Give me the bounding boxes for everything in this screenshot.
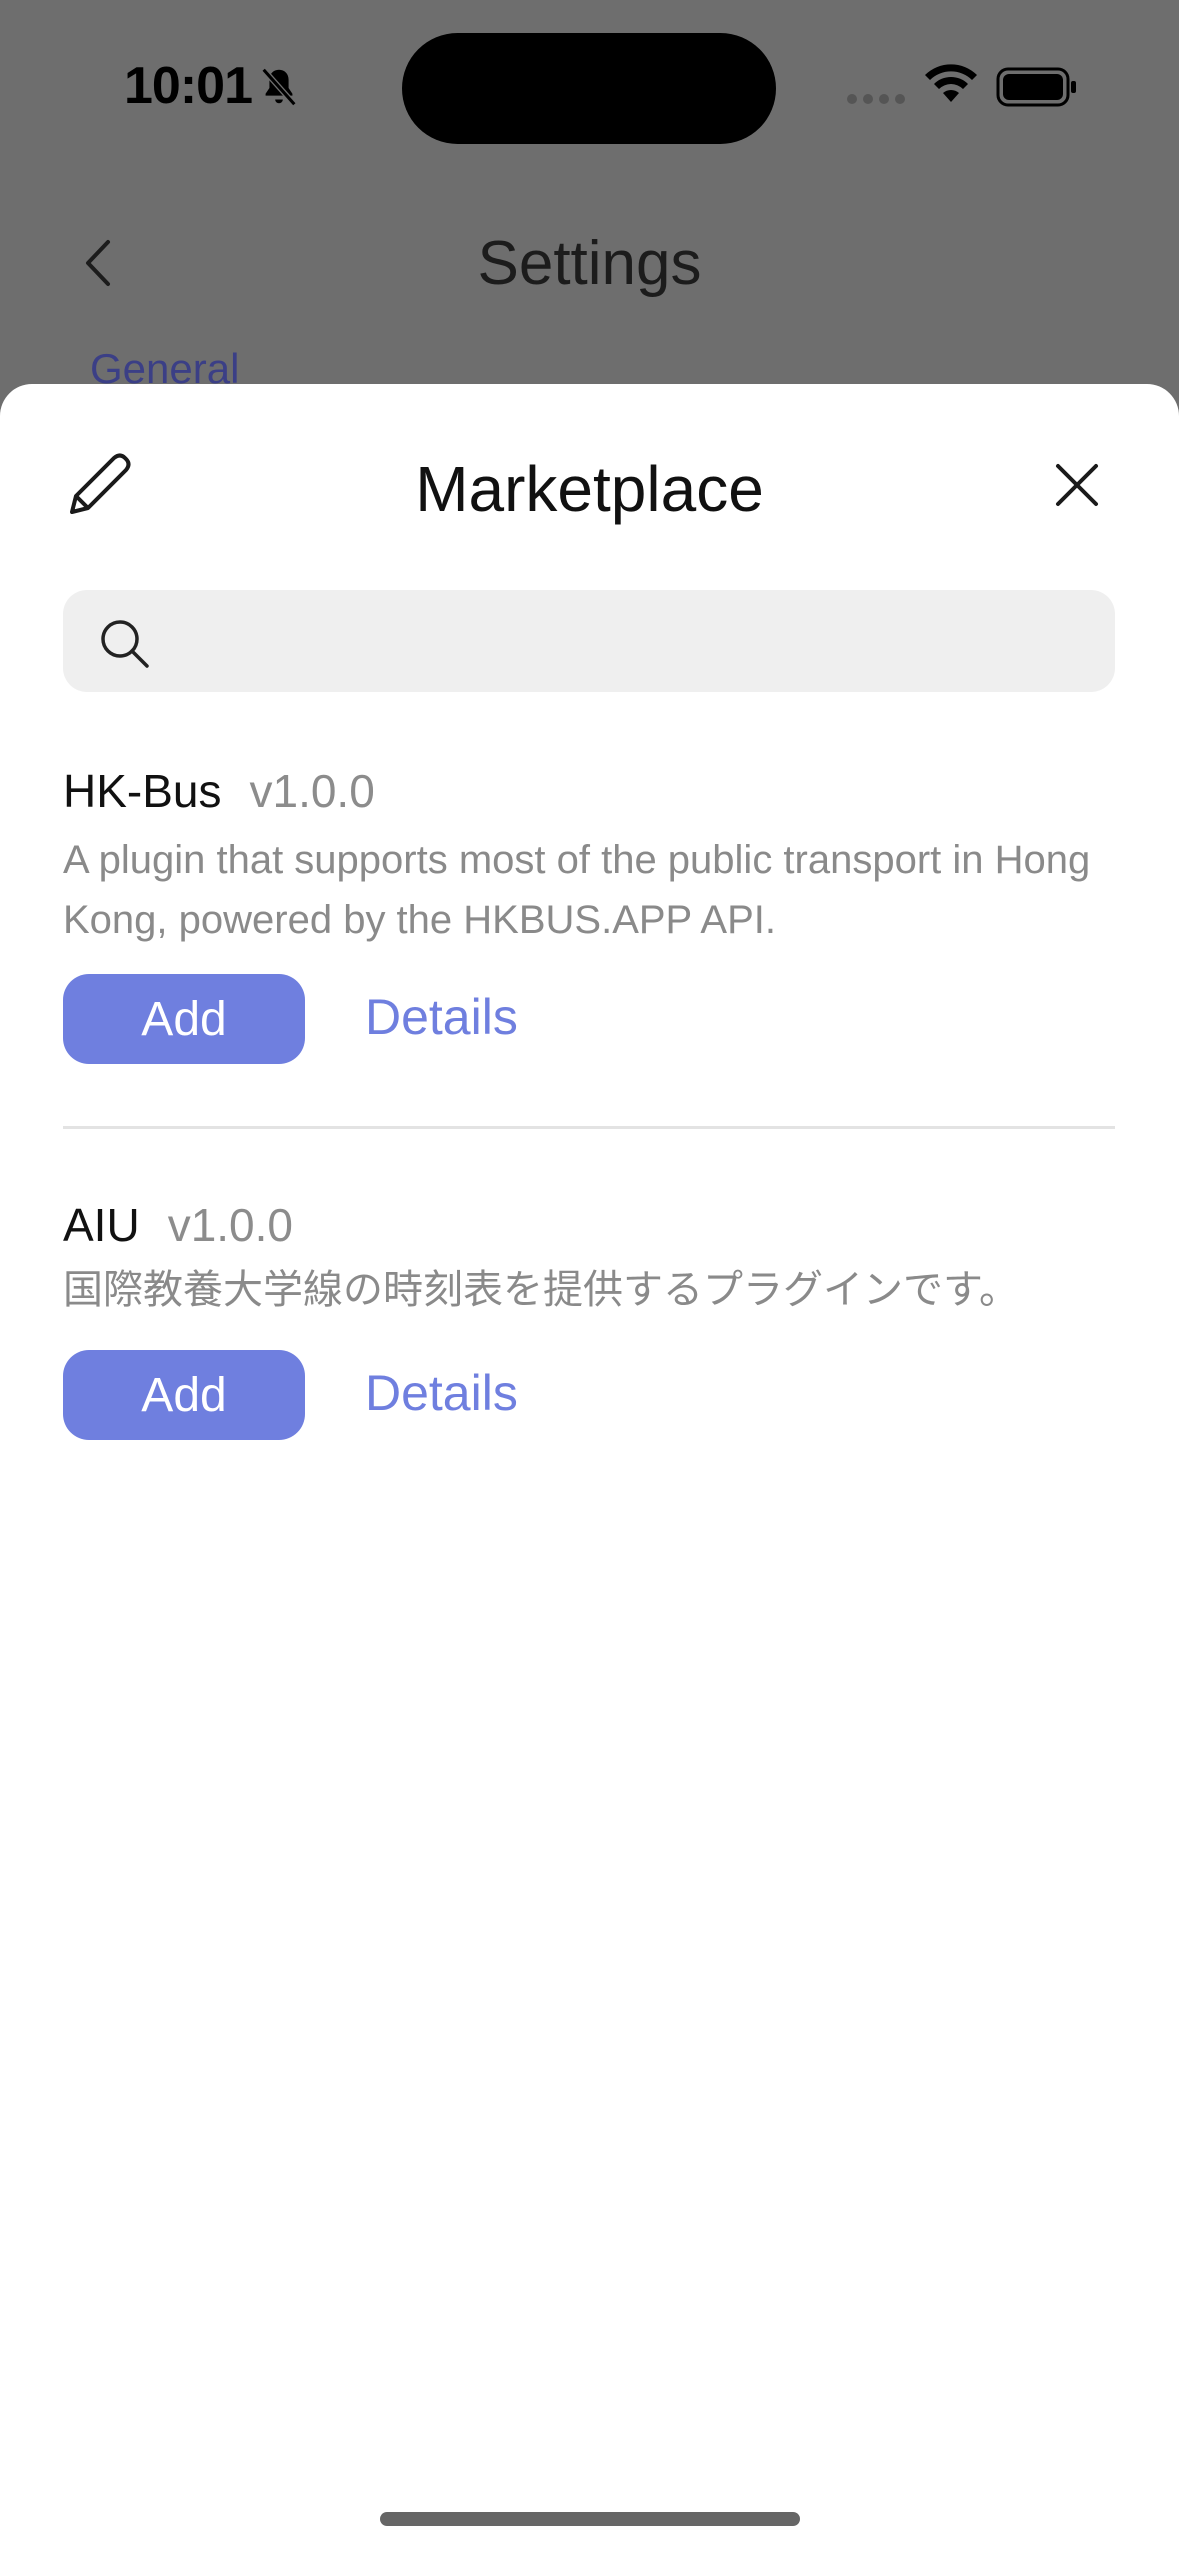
marketplace-sheet: Marketplace HK-Bus v1.0.0 A plugin that s… bbox=[0, 384, 1179, 2556]
plugin-version: v1.0.0 bbox=[167, 1199, 293, 1251]
add-plugin-button[interactable]: Add bbox=[63, 1350, 305, 1440]
status-bar: 10:01 bbox=[0, 0, 1179, 180]
close-icon[interactable] bbox=[1052, 460, 1102, 510]
plugin-name: HK-Bus bbox=[63, 765, 222, 817]
plugin-description: 国際教養大学線の時刻表を提供するプラグインです。 bbox=[63, 1268, 1019, 1312]
dynamic-island bbox=[402, 33, 776, 144]
home-indicator[interactable] bbox=[380, 2512, 800, 2526]
status-time: 10:01 bbox=[124, 57, 253, 115]
plugin-header: HK-Bus v1.0.0 bbox=[63, 764, 375, 818]
plugin-header: AIU v1.0.0 bbox=[63, 1198, 293, 1252]
search-input[interactable] bbox=[173, 590, 1077, 694]
plugin-name: AIU bbox=[63, 1199, 140, 1251]
details-link[interactable]: Details bbox=[365, 988, 518, 1046]
settings-nav-bar: Settings bbox=[0, 200, 1179, 320]
sheet-title: Marketplace bbox=[415, 453, 764, 525]
plugin-description: A plugin that supports most of the publi… bbox=[63, 838, 1091, 942]
search-icon bbox=[101, 620, 149, 668]
plugin-item: AIU v1.0.0 国際教養大学線の時刻表を提供するプラグインです。 Add D… bbox=[63, 1198, 1115, 1440]
plugin-item: HK-Bus v1.0.0 A plugin that supports most… bbox=[63, 764, 1115, 1064]
battery-icon bbox=[996, 67, 1076, 107]
search-bar[interactable] bbox=[63, 590, 1115, 694]
bell-off-icon bbox=[261, 67, 297, 107]
divider bbox=[63, 1126, 1115, 1129]
wifi-icon bbox=[925, 64, 977, 102]
add-plugin-button[interactable]: Add bbox=[63, 974, 305, 1064]
settings-title: Settings bbox=[477, 229, 702, 298]
details-link[interactable]: Details bbox=[365, 1364, 518, 1422]
signal-icon bbox=[847, 94, 905, 104]
plugin-version: v1.0.0 bbox=[249, 765, 375, 817]
